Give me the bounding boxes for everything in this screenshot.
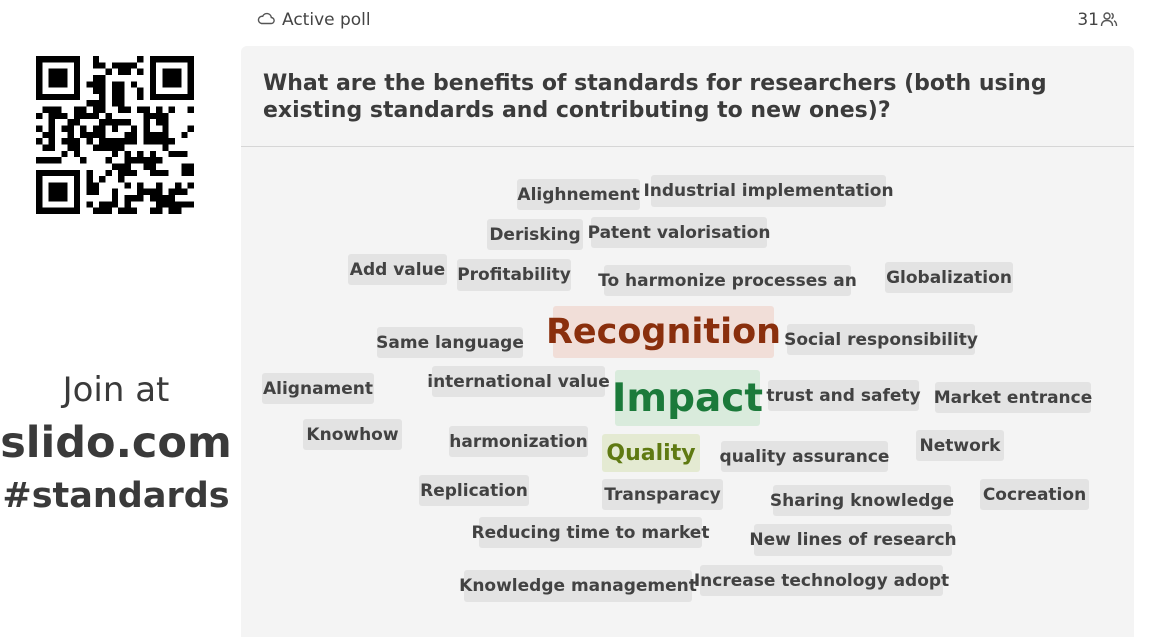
- word-cloud-item: Social responsibility: [784, 324, 978, 355]
- word-cloud-item: New lines of research: [749, 524, 957, 556]
- word-cloud-item: Cocreation: [980, 479, 1089, 510]
- word-cloud-item: harmonization: [449, 426, 588, 457]
- word-cloud-item: Market entrance: [934, 382, 1092, 413]
- word-cloud-item: Profitability: [457, 259, 571, 291]
- word-cloud-item: Reducing time to market: [472, 517, 709, 548]
- word-cloud-item: Derisking: [487, 219, 583, 250]
- word-cloud-item: Impact: [612, 370, 763, 426]
- word-cloud: Alighnement Industrial implementation Deri…: [0, 0, 1150, 637]
- word-cloud-item: Same language: [376, 327, 524, 358]
- word-cloud-item: Industrial implementation: [643, 175, 894, 207]
- word-cloud-item: Knowhow: [303, 419, 402, 450]
- word-cloud-item: Transparacy: [602, 479, 723, 510]
- word-cloud-item: trust and safety: [766, 380, 921, 411]
- word-cloud-item: To harmonize processes an: [598, 265, 857, 296]
- word-cloud-item: international value: [427, 366, 610, 397]
- word-cloud-item: Alignament: [262, 373, 374, 404]
- word-cloud-item: Patent valorisation: [588, 217, 770, 248]
- word-cloud-item: Alighnement: [517, 179, 640, 210]
- word-cloud-item: Replication: [419, 475, 529, 506]
- word-cloud-item: Add value: [348, 254, 447, 285]
- word-cloud-item: Quality: [602, 434, 700, 472]
- word-cloud-item: Recognition: [546, 306, 781, 358]
- word-cloud-item: Globalization: [885, 262, 1013, 293]
- word-cloud-item: Increase technology adopt: [694, 565, 949, 596]
- word-cloud-item: quality assurance: [720, 441, 889, 472]
- word-cloud-item: Network: [916, 430, 1004, 461]
- word-cloud-item: Knowledge management: [459, 570, 697, 602]
- word-cloud-item: Sharing knowledge: [770, 485, 954, 516]
